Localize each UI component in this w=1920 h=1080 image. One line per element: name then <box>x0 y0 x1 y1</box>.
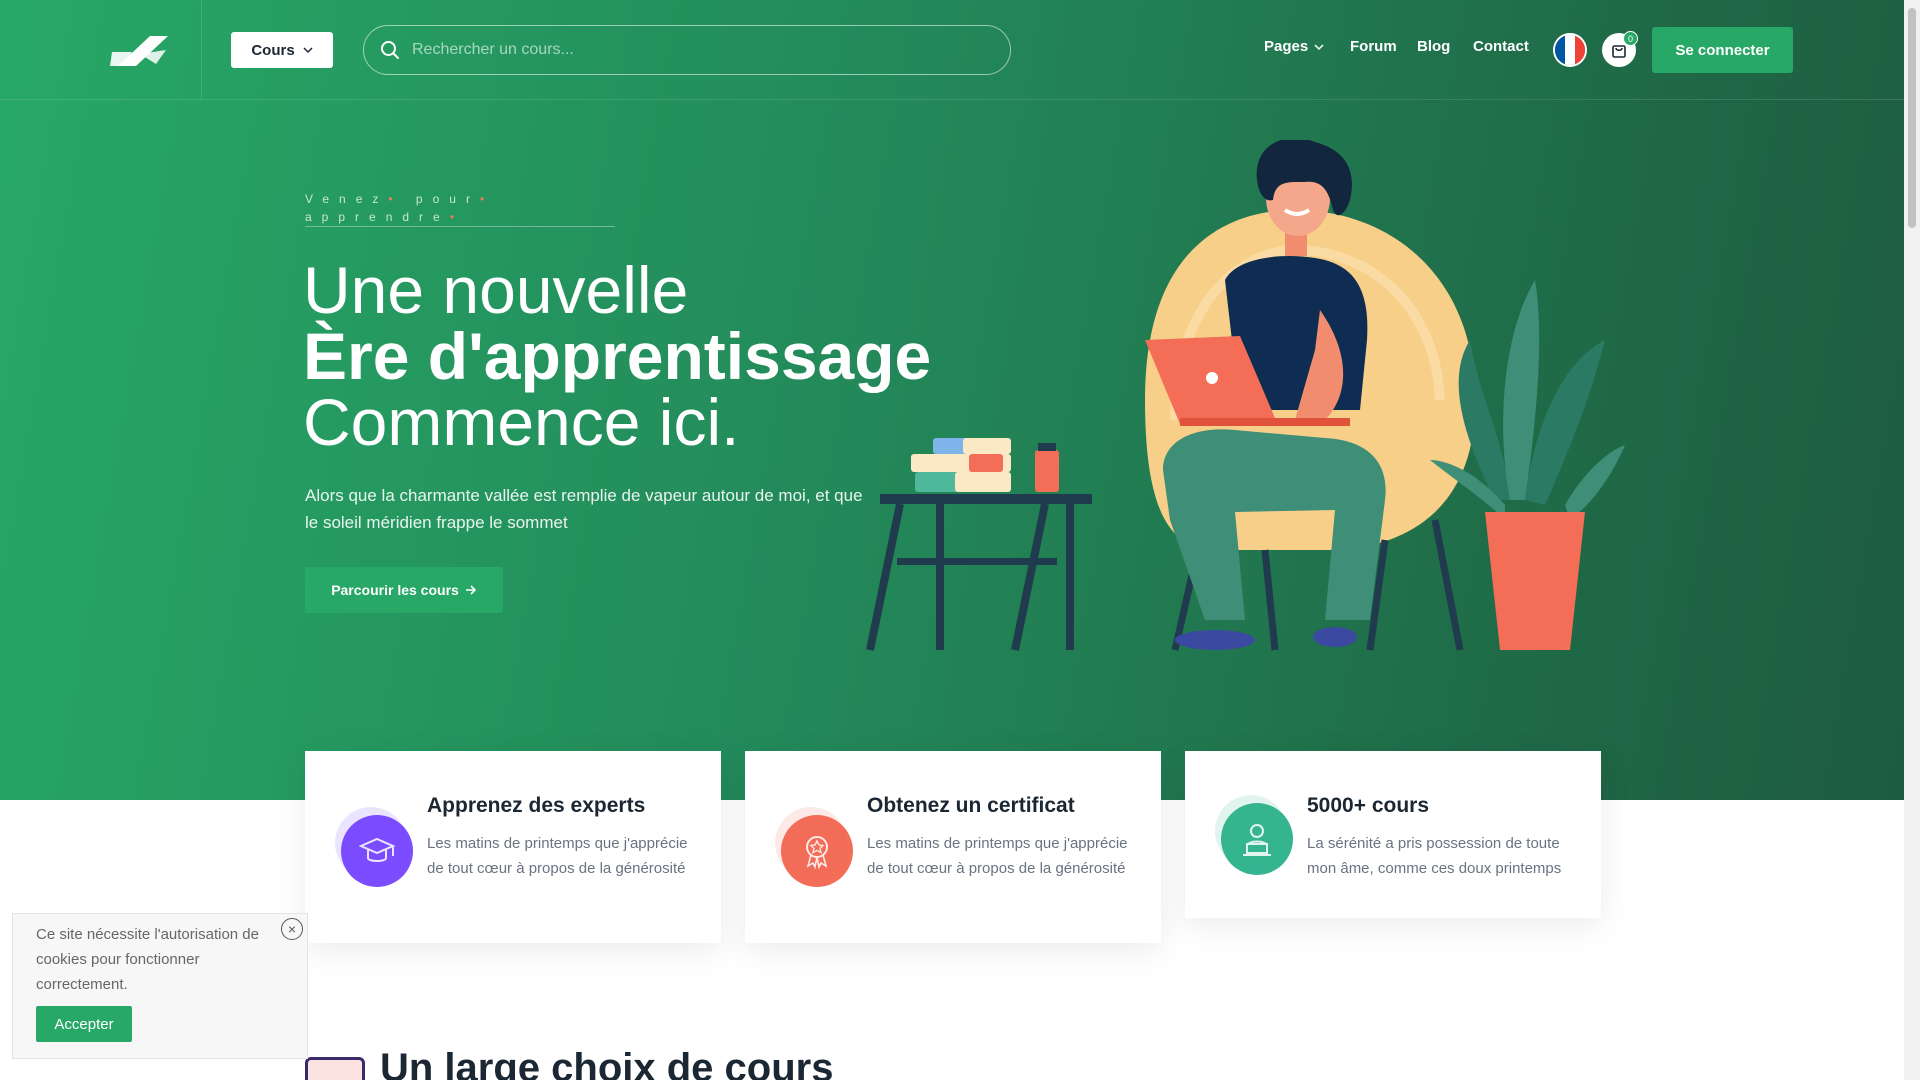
search-bar <box>363 25 1011 75</box>
search-input[interactable] <box>412 41 972 59</box>
cours-label: Cours <box>251 41 295 59</box>
arrow-right-icon <box>465 585 476 595</box>
hero-title-line1: Une nouvelle <box>303 253 689 327</box>
chevron-down-icon <box>303 47 313 54</box>
language-flag-icon[interactable] <box>1553 33 1587 67</box>
cart-count-badge: 0 <box>1623 31 1638 46</box>
feature-icon-wrap <box>775 807 853 887</box>
feature-title: 5000+ cours <box>1307 794 1430 817</box>
feature-title: Apprenez des experts <box>427 794 646 817</box>
eyebrow-word: Venez <box>305 192 389 206</box>
accept-cookies-button[interactable]: Accepter <box>36 1006 132 1042</box>
scrollbar-thumb[interactable] <box>1908 8 1916 228</box>
courses-section-icon <box>305 1057 365 1080</box>
eyebrow-dot: • <box>388 192 403 206</box>
hero-description: Alors que la charmante vallée est rempli… <box>305 486 863 532</box>
chevron-down-icon <box>1314 43 1324 50</box>
feature-title: Obtenez un certificat <box>867 794 1075 817</box>
feature-icon-wrap <box>1215 795 1293 875</box>
hero-eyebrow: Venez• pour• apprendre• <box>305 190 615 226</box>
cookie-text: Ce site nécessite l'autorisation de cook… <box>36 926 259 993</box>
cookie-banner: Ce site nécessite l'autorisation de cook… <box>12 913 308 1059</box>
table-illustration <box>866 494 1092 651</box>
hero-illustration <box>866 140 1625 651</box>
courses-section-title: Un large choix de cours <box>380 1046 834 1080</box>
browse-courses-label: Parcourir les cours <box>331 582 459 598</box>
scrollbar[interactable] <box>1904 0 1920 1080</box>
search-icon <box>381 41 399 59</box>
certificate-icon <box>806 836 828 870</box>
feature-card-experts: Apprenez des experts Les matins de print… <box>305 751 721 943</box>
header-divider <box>201 0 202 100</box>
site-header: Cours Pages Forum Blog Contact 0 Se conn… <box>0 0 1904 100</box>
feature-text: Les matins de printemps que j'apprécie d… <box>867 835 1128 877</box>
nav-contact[interactable]: Contact <box>1473 38 1529 55</box>
graduation-cap-icon <box>358 837 396 862</box>
feature-icon-wrap <box>335 807 413 887</box>
feature-text: Les matins de printemps que j'apprécie d… <box>427 835 688 877</box>
cours-dropdown-button[interactable]: Cours <box>231 32 333 68</box>
laptop-user-icon <box>1243 824 1271 856</box>
nav-forum[interactable]: Forum <box>1350 38 1397 55</box>
books-illustration <box>911 438 1059 492</box>
login-button[interactable]: Se connecter <box>1652 27 1793 73</box>
nav-pages-label: Pages <box>1264 38 1309 55</box>
nav-blog-label: Blog <box>1417 38 1451 55</box>
eyebrow-word: apprendre <box>305 210 450 224</box>
eyebrow-dot: • <box>479 192 495 206</box>
eyebrow-dot: • <box>449 210 464 224</box>
eyebrow-word: pour <box>415 192 480 206</box>
nav-contact-label: Contact <box>1473 38 1529 55</box>
logo-icon[interactable] <box>110 28 174 72</box>
eyebrow-underline <box>305 226 615 227</box>
feature-text: La sérénité a pris possession de toute m… <box>1307 835 1562 877</box>
hero-title-line3: Commence ici. <box>303 385 740 459</box>
close-icon[interactable]: × <box>281 918 303 940</box>
hero-title-line2: Ère d'apprentissage <box>303 319 932 393</box>
browse-courses-button[interactable]: Parcourir les cours <box>305 567 503 613</box>
nav-forum-label: Forum <box>1350 38 1397 55</box>
nav-blog[interactable]: Blog <box>1417 38 1450 55</box>
feature-card-courses: 5000+ cours La sérénité a pris possessio… <box>1185 751 1601 918</box>
nav-pages[interactable]: Pages <box>1264 38 1324 55</box>
feature-card-certificate: Obtenez un certificat Les matins de prin… <box>745 751 1161 943</box>
